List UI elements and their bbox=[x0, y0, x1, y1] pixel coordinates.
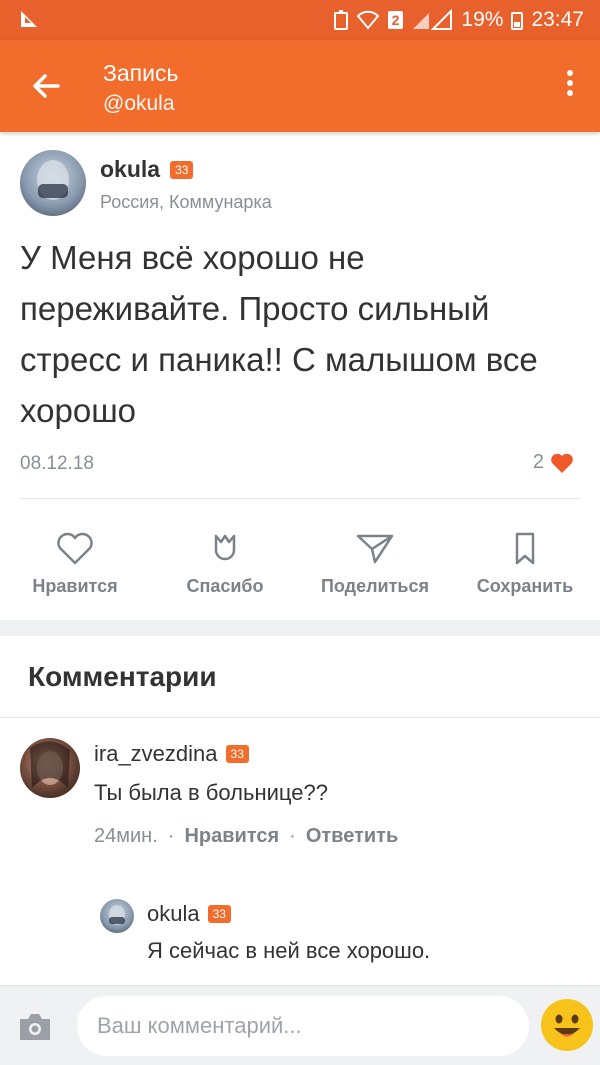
signal-icon bbox=[413, 9, 453, 30]
comment-author-text: ira_zvezdina bbox=[94, 741, 218, 766]
more-dot bbox=[567, 80, 573, 86]
comment-meta: 24мин. · Нравится · Ответить bbox=[94, 825, 398, 848]
clock: 23:47 bbox=[531, 8, 584, 31]
author-avatar[interactable] bbox=[20, 150, 86, 216]
comment-input[interactable] bbox=[77, 996, 529, 1056]
arrow-left-icon bbox=[33, 74, 60, 98]
battery-percent: 19% bbox=[461, 8, 504, 31]
status-bar: 2 19% 23:47 bbox=[0, 0, 600, 40]
reply-text: Я сейчас в ней все хорошо. bbox=[147, 938, 431, 963]
post-date: 08.12.18 bbox=[20, 453, 94, 474]
meta-separator: · bbox=[167, 825, 175, 847]
reply-author[interactable]: okula 33 bbox=[147, 901, 231, 927]
comment-input-bar bbox=[0, 985, 600, 1065]
comment-author[interactable]: ira_zvezdina 33 bbox=[94, 741, 249, 767]
thanks-label: Спасибо bbox=[186, 576, 264, 596]
heart-outline-icon bbox=[57, 532, 93, 565]
tulip-icon bbox=[214, 534, 236, 561]
battery-saver-icon bbox=[333, 10, 348, 30]
author-name-text: okula bbox=[100, 156, 161, 182]
save-button[interactable]: Сохранить bbox=[450, 530, 600, 597]
age-badge: 33 bbox=[225, 745, 249, 763]
app-notification-icon bbox=[18, 8, 40, 36]
smiley-icon bbox=[541, 999, 593, 1051]
reply-avatar[interactable] bbox=[100, 899, 134, 933]
likes-counter[interactable]: 2 bbox=[533, 451, 574, 474]
save-label: Сохранить bbox=[476, 576, 574, 596]
comment-reply-link[interactable]: Ответить bbox=[306, 825, 398, 848]
more-dot bbox=[567, 90, 573, 96]
heart-icon bbox=[551, 453, 573, 473]
comment-text: Ты была в больнице?? bbox=[94, 780, 328, 805]
camera-button[interactable] bbox=[17, 1012, 53, 1042]
wifi-icon bbox=[356, 10, 379, 30]
section-separator bbox=[0, 620, 600, 636]
comment-time: 24мин. bbox=[94, 825, 158, 847]
more-vert-icon bbox=[567, 70, 573, 76]
comments-heading: Комментарии bbox=[28, 661, 217, 692]
emoji-button[interactable] bbox=[540, 998, 594, 1052]
app-bar: Запись @okula bbox=[0, 40, 600, 132]
post-actions: Нравится Спасибо Поделиться Сохранить bbox=[0, 530, 600, 610]
like-label: Нравится bbox=[32, 576, 118, 596]
share-icon bbox=[356, 534, 394, 564]
divider bbox=[0, 717, 600, 718]
author-name[interactable]: okula 33 bbox=[100, 156, 194, 183]
share-label: Поделиться bbox=[320, 576, 430, 596]
sim-badge: 2 bbox=[387, 11, 404, 29]
comment-like-link[interactable]: Нравится bbox=[184, 825, 279, 848]
share-button[interactable]: Поделиться bbox=[300, 530, 450, 597]
author-location: Россия, Коммунарка bbox=[100, 192, 272, 212]
reply-author-text: okula bbox=[147, 901, 200, 926]
thanks-button[interactable]: Спасибо bbox=[150, 530, 300, 597]
back-button[interactable] bbox=[28, 68, 64, 104]
battery-icon bbox=[511, 12, 524, 30]
more-options-button[interactable] bbox=[562, 66, 578, 106]
post-text: У Меня всё хорошо не переживайте. Просто… bbox=[20, 239, 538, 429]
likes-count: 2 bbox=[532, 451, 544, 473]
bookmark-icon bbox=[515, 532, 535, 565]
page-title: Запись bbox=[103, 60, 179, 86]
divider bbox=[20, 498, 580, 499]
camera-icon bbox=[20, 1014, 50, 1040]
page-subtitle: @okula bbox=[103, 92, 175, 115]
commenter-avatar[interactable] bbox=[20, 738, 80, 798]
like-button[interactable]: Нравится bbox=[0, 530, 150, 597]
age-badge: 33 bbox=[170, 160, 194, 179]
meta-separator: · bbox=[289, 825, 296, 847]
age-badge: 33 bbox=[207, 905, 231, 923]
